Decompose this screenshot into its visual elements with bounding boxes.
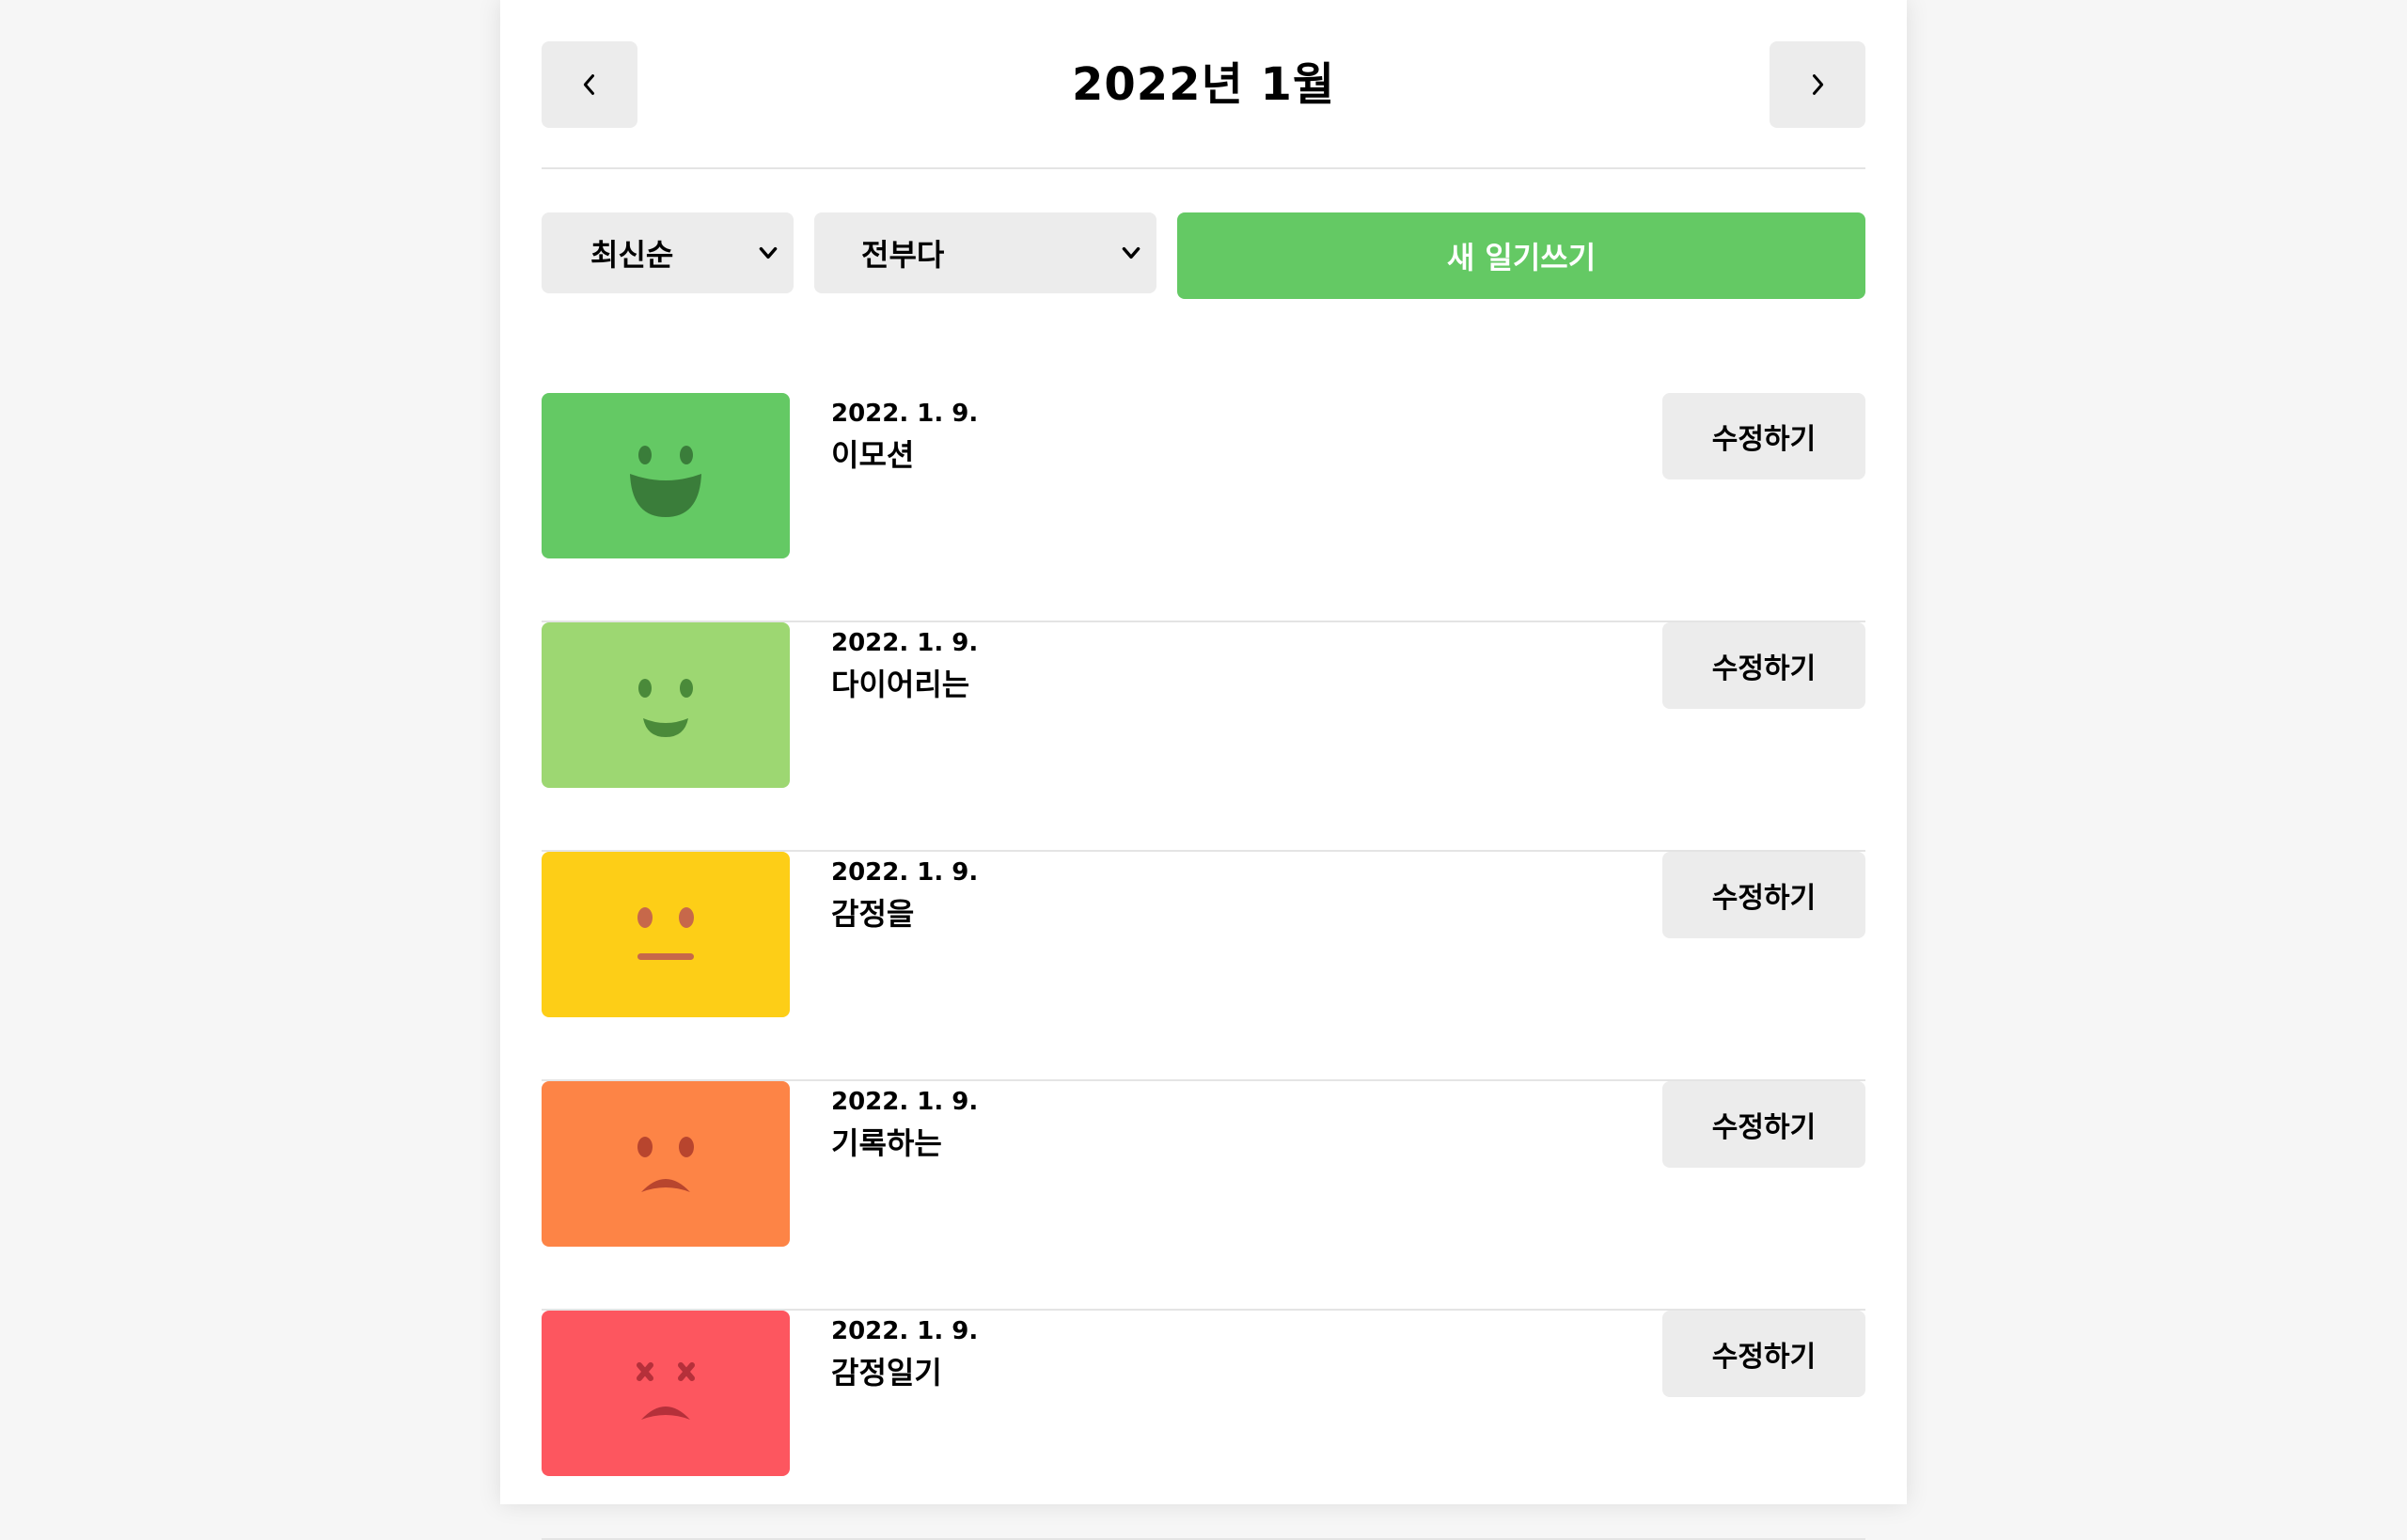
- diary-item: 2022. 1. 9. 이모션 수정하기: [542, 393, 1865, 622]
- diary-date: 2022. 1. 9.: [831, 400, 979, 428]
- diary-app: 2022년 1월 최신순 전부다 새 일기쓰기 2022. 1. 9. 이모션 …: [500, 0, 1907, 1540]
- laughing-face-icon: [630, 446, 701, 517]
- filter-select-value: 전부다: [861, 237, 945, 273]
- diary-info[interactable]: 2022. 1. 9. 감정일기: [831, 1314, 978, 1395]
- diary-info[interactable]: 2022. 1. 9. 이모션: [831, 397, 978, 478]
- sort-select[interactable]: 최신순: [542, 212, 794, 293]
- edit-button[interactable]: 수정하기: [1662, 1081, 1865, 1168]
- chevron-down-icon: [1122, 246, 1141, 259]
- chevron-down-icon: [759, 246, 778, 259]
- diary-list: 2022. 1. 9. 이모션 수정하기 2022. 1. 9. 다이어리는 수…: [542, 393, 1865, 1540]
- diary-item: 2022. 1. 9. 기록하는 수정하기: [542, 1081, 1865, 1311]
- diary-content: 감정을: [831, 896, 915, 932]
- edit-button[interactable]: 수정하기: [1662, 393, 1865, 479]
- filter-select[interactable]: 전부다: [814, 212, 1156, 293]
- prev-month-button[interactable]: [542, 41, 637, 128]
- diary-date: 2022. 1. 9.: [831, 858, 979, 887]
- diary-content: 감정일기: [831, 1355, 942, 1391]
- smiling-face-icon: [638, 679, 693, 737]
- diary-content: 다이어리는: [831, 667, 970, 702]
- sort-select-value: 최신순: [590, 237, 674, 273]
- chevron-left-icon: [583, 74, 595, 95]
- emotion-image[interactable]: [542, 393, 790, 558]
- diary-item: 2022. 1. 9. 다이어리는 수정하기: [542, 622, 1865, 852]
- sad-face-icon: [637, 1137, 694, 1192]
- edit-button[interactable]: 수정하기: [1662, 622, 1865, 709]
- diary-date: 2022. 1. 9.: [831, 1317, 979, 1345]
- emotion-image[interactable]: [542, 852, 790, 1017]
- page-title: 2022년 1월: [1071, 58, 1336, 111]
- diary-item: 2022. 1. 9. 감정일기 수정하기: [542, 1311, 1865, 1540]
- diary-content: 기록하는: [831, 1125, 942, 1161]
- header-divider: [542, 167, 1865, 169]
- diary-info[interactable]: 2022. 1. 9. 다이어리는: [831, 626, 978, 707]
- diary-info[interactable]: 2022. 1. 9. 기록하는: [831, 1085, 978, 1166]
- edit-button[interactable]: 수정하기: [1662, 1311, 1865, 1397]
- header: 2022년 1월: [542, 41, 1865, 128]
- chevron-right-icon: [1812, 74, 1824, 95]
- menu-bar: 최신순 전부다 새 일기쓰기: [542, 212, 1865, 299]
- diary-date: 2022. 1. 9.: [831, 629, 979, 657]
- emotion-image[interactable]: [542, 1081, 790, 1247]
- emotion-image[interactable]: [542, 622, 790, 788]
- diary-info[interactable]: 2022. 1. 9. 감정을: [831, 856, 978, 936]
- emotion-image[interactable]: [542, 1311, 790, 1476]
- new-diary-button[interactable]: 새 일기쓰기: [1177, 212, 1865, 299]
- diary-content: 이모션: [831, 437, 915, 473]
- edit-button[interactable]: 수정하기: [1662, 852, 1865, 938]
- angry-face-icon: [637, 1362, 695, 1420]
- neutral-face-icon: [637, 907, 694, 960]
- next-month-button[interactable]: [1770, 41, 1865, 128]
- diary-date: 2022. 1. 9.: [831, 1088, 979, 1116]
- diary-item: 2022. 1. 9. 감정을 수정하기: [542, 852, 1865, 1081]
